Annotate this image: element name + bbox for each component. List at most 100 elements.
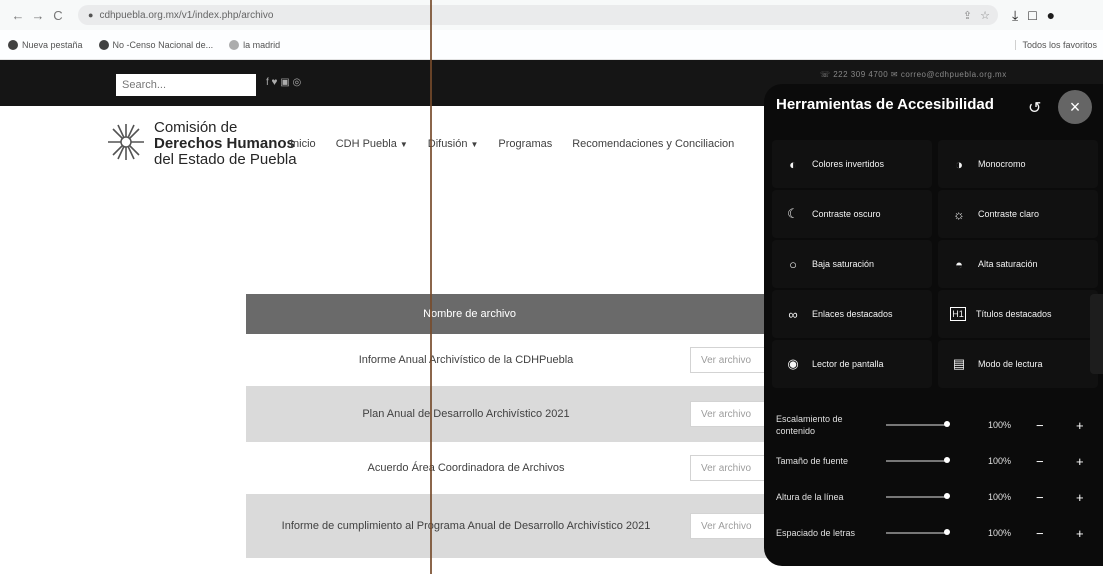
slider-line-height: Altura de la línea 100% − +: [776, 482, 1096, 512]
close-button[interactable]: ×: [1058, 90, 1092, 124]
slider-thumb[interactable]: [944, 421, 950, 427]
slider-thumb[interactable]: [944, 493, 950, 499]
h1-icon: H1: [950, 307, 966, 321]
slider-value: 100%: [988, 420, 1012, 430]
increase-button[interactable]: +: [1076, 454, 1084, 469]
table-row: Informe Anual Archivístico de la CDHPueb…: [246, 334, 776, 386]
increase-button[interactable]: +: [1076, 490, 1084, 505]
globe-icon: [8, 39, 18, 50]
share-icon[interactable]: ⇪: [963, 9, 972, 22]
main-nav: Inicio CDH Puebla ▼ Difusión ▼ Programas R…: [290, 138, 734, 150]
decrease-button[interactable]: −: [1036, 454, 1044, 469]
close-icon: ×: [1069, 96, 1081, 117]
slider-content-scaling: Escalamiento de contenido 100% − +: [776, 410, 1096, 440]
slider-label: Escalamiento de contenido: [776, 414, 843, 436]
slider-value: 100%: [988, 528, 1012, 538]
browser-toolbar: ← → C ● cdhpuebla.org.mx/v1/index.php/ar…: [0, 0, 1103, 30]
decrease-button[interactable]: −: [1036, 490, 1044, 505]
table-header: Nombre de archivo: [246, 294, 776, 334]
nav-item-recomendaciones[interactable]: Recomendaciones y Conciliacion: [572, 138, 734, 150]
table-row: Informe de cumplimiento al Programa Anua…: [246, 494, 776, 558]
slider-letter-spacing: Espaciado de letras 100% − +: [776, 518, 1096, 548]
logo-icon: [108, 124, 144, 160]
slider-track[interactable]: [886, 496, 948, 498]
panel-side-tab[interactable]: [1090, 294, 1103, 374]
option-low-saturation[interactable]: ○ Baja saturación: [772, 240, 932, 288]
option-screen-reader[interactable]: ◉ Lector de pantalla: [772, 340, 932, 388]
option-light-contrast[interactable]: ☼ Contraste claro: [938, 190, 1098, 238]
lock-icon: ●: [88, 10, 94, 20]
logo-line-3: del Estado de Puebla: [154, 151, 297, 168]
profile-avatar[interactable]: ●: [1047, 7, 1055, 24]
window-icon[interactable]: □: [1028, 7, 1036, 24]
option-inverted-colors[interactable]: ◐ Colores invertidos: [772, 140, 932, 188]
slider-thumb[interactable]: [944, 529, 950, 535]
option-dark-contrast[interactable]: ☾ Contraste oscuro: [772, 190, 932, 238]
slider-label: Tamaño de fuente: [776, 456, 849, 466]
nav-item-programas[interactable]: Programas: [498, 138, 552, 150]
slider-value: 100%: [988, 492, 1012, 502]
slider-track[interactable]: [886, 460, 948, 462]
option-highlight-links[interactable]: ∞ Enlaces destacados: [772, 290, 932, 338]
file-name: Informe de cumplimiento al Programa Anua…: [281, 520, 651, 532]
half-filled-circle-icon: ◓: [955, 256, 963, 272]
slider-label: Espaciado de letras: [776, 528, 856, 538]
nav-item-inicio[interactable]: Inicio: [290, 138, 316, 150]
monochrome-icon: ◑: [955, 156, 963, 172]
decrease-button[interactable]: −: [1036, 418, 1044, 433]
social-icons[interactable]: f ♥ ▣ ◎: [266, 77, 301, 88]
url-text: cdhpuebla.org.mx/v1/index.php/archivo: [99, 9, 274, 21]
pulse-icon: ◉: [787, 356, 799, 371]
file-name: Informe Anual Archivístico de la CDHPueb…: [358, 354, 574, 366]
download-icon[interactable]: ⤓: [1012, 7, 1018, 24]
option-highlight-titles[interactable]: H1 Títulos destacados: [938, 290, 1098, 338]
moon-icon: ☾: [787, 206, 799, 221]
link-icon: ∞: [788, 306, 798, 322]
table-row: Plan Anual de Desarrollo Archivístico 20…: [246, 386, 776, 442]
forward-icon[interactable]: →: [28, 8, 48, 23]
bookmarks-bar: Nueva pestaña No -Censo Nacional de... l…: [0, 30, 1103, 60]
decrease-button[interactable]: −: [1036, 526, 1044, 541]
back-icon[interactable]: ←: [8, 8, 28, 23]
file-name: Acuerdo Área Coordinadora de Archivos: [367, 462, 565, 474]
bookmark-star-icon[interactable]: ☆: [980, 9, 990, 22]
slider-label: Altura de la línea: [776, 492, 844, 502]
bookmark-item[interactable]: No -Censo Nacional de...: [98, 39, 213, 50]
chevron-down-icon: ▼: [470, 140, 479, 149]
reload-icon[interactable]: C: [48, 8, 68, 23]
chevron-down-icon: ▼: [399, 140, 408, 149]
all-bookmarks[interactable]: Todos los favoritos: [1015, 39, 1097, 50]
reset-icon[interactable]: ↺: [1028, 98, 1041, 118]
slider-thumb[interactable]: [944, 457, 950, 463]
option-reading-mode[interactable]: ▤ Modo de lectura: [938, 340, 1098, 388]
option-high-saturation[interactable]: ◓ Alta saturación: [938, 240, 1098, 288]
accessibility-panel: Herramientas de Accesibilidad ↺ × ◐ Colo…: [764, 84, 1103, 566]
increase-button[interactable]: +: [1076, 526, 1084, 541]
slider-track[interactable]: [886, 424, 948, 426]
page-icon: [229, 39, 240, 50]
bookmark-item[interactable]: Nueva pestaña: [8, 39, 83, 50]
logo-line-1: Comisión de: [154, 119, 238, 136]
sun-icon: ☼: [953, 206, 965, 222]
scan-line: [430, 0, 432, 574]
document-icon: ▤: [952, 356, 966, 371]
address-bar[interactable]: ● cdhpuebla.org.mx/v1/index.php/archivo …: [78, 5, 998, 25]
nav-item-difusion[interactable]: Difusión ▼: [428, 138, 479, 150]
bookmark-item[interactable]: la madrid: [229, 39, 280, 50]
panel-title: Herramientas de Accesibilidad: [776, 96, 994, 113]
logo-line-2: Derechos Humanos: [154, 135, 295, 152]
half-circle-icon: ◐: [789, 156, 797, 172]
facebook-icon: [98, 39, 109, 50]
slider-track[interactable]: [886, 532, 948, 534]
option-monochrome[interactable]: ◑ Monocromo: [938, 140, 1098, 188]
search-input[interactable]: [116, 74, 256, 96]
files-table: Nombre de archivo Informe Anual Archivís…: [246, 294, 776, 558]
nav-item-cdh-puebla[interactable]: CDH Puebla ▼: [336, 138, 408, 150]
circle-outline-icon: ○: [789, 256, 797, 272]
site-logo[interactable]: Comisión de Derechos Humanos del Estado …: [104, 120, 297, 168]
increase-button[interactable]: +: [1076, 418, 1084, 433]
column-header-file-name: Nombre de archivo: [423, 308, 516, 320]
contact-info: ☏ 222 309 4700 ✉ correo@cdhpuebla.org.mx: [820, 70, 1007, 79]
table-row: Acuerdo Área Coordinadora de Archivos Ve…: [246, 442, 776, 494]
slider-value: 100%: [988, 456, 1012, 466]
